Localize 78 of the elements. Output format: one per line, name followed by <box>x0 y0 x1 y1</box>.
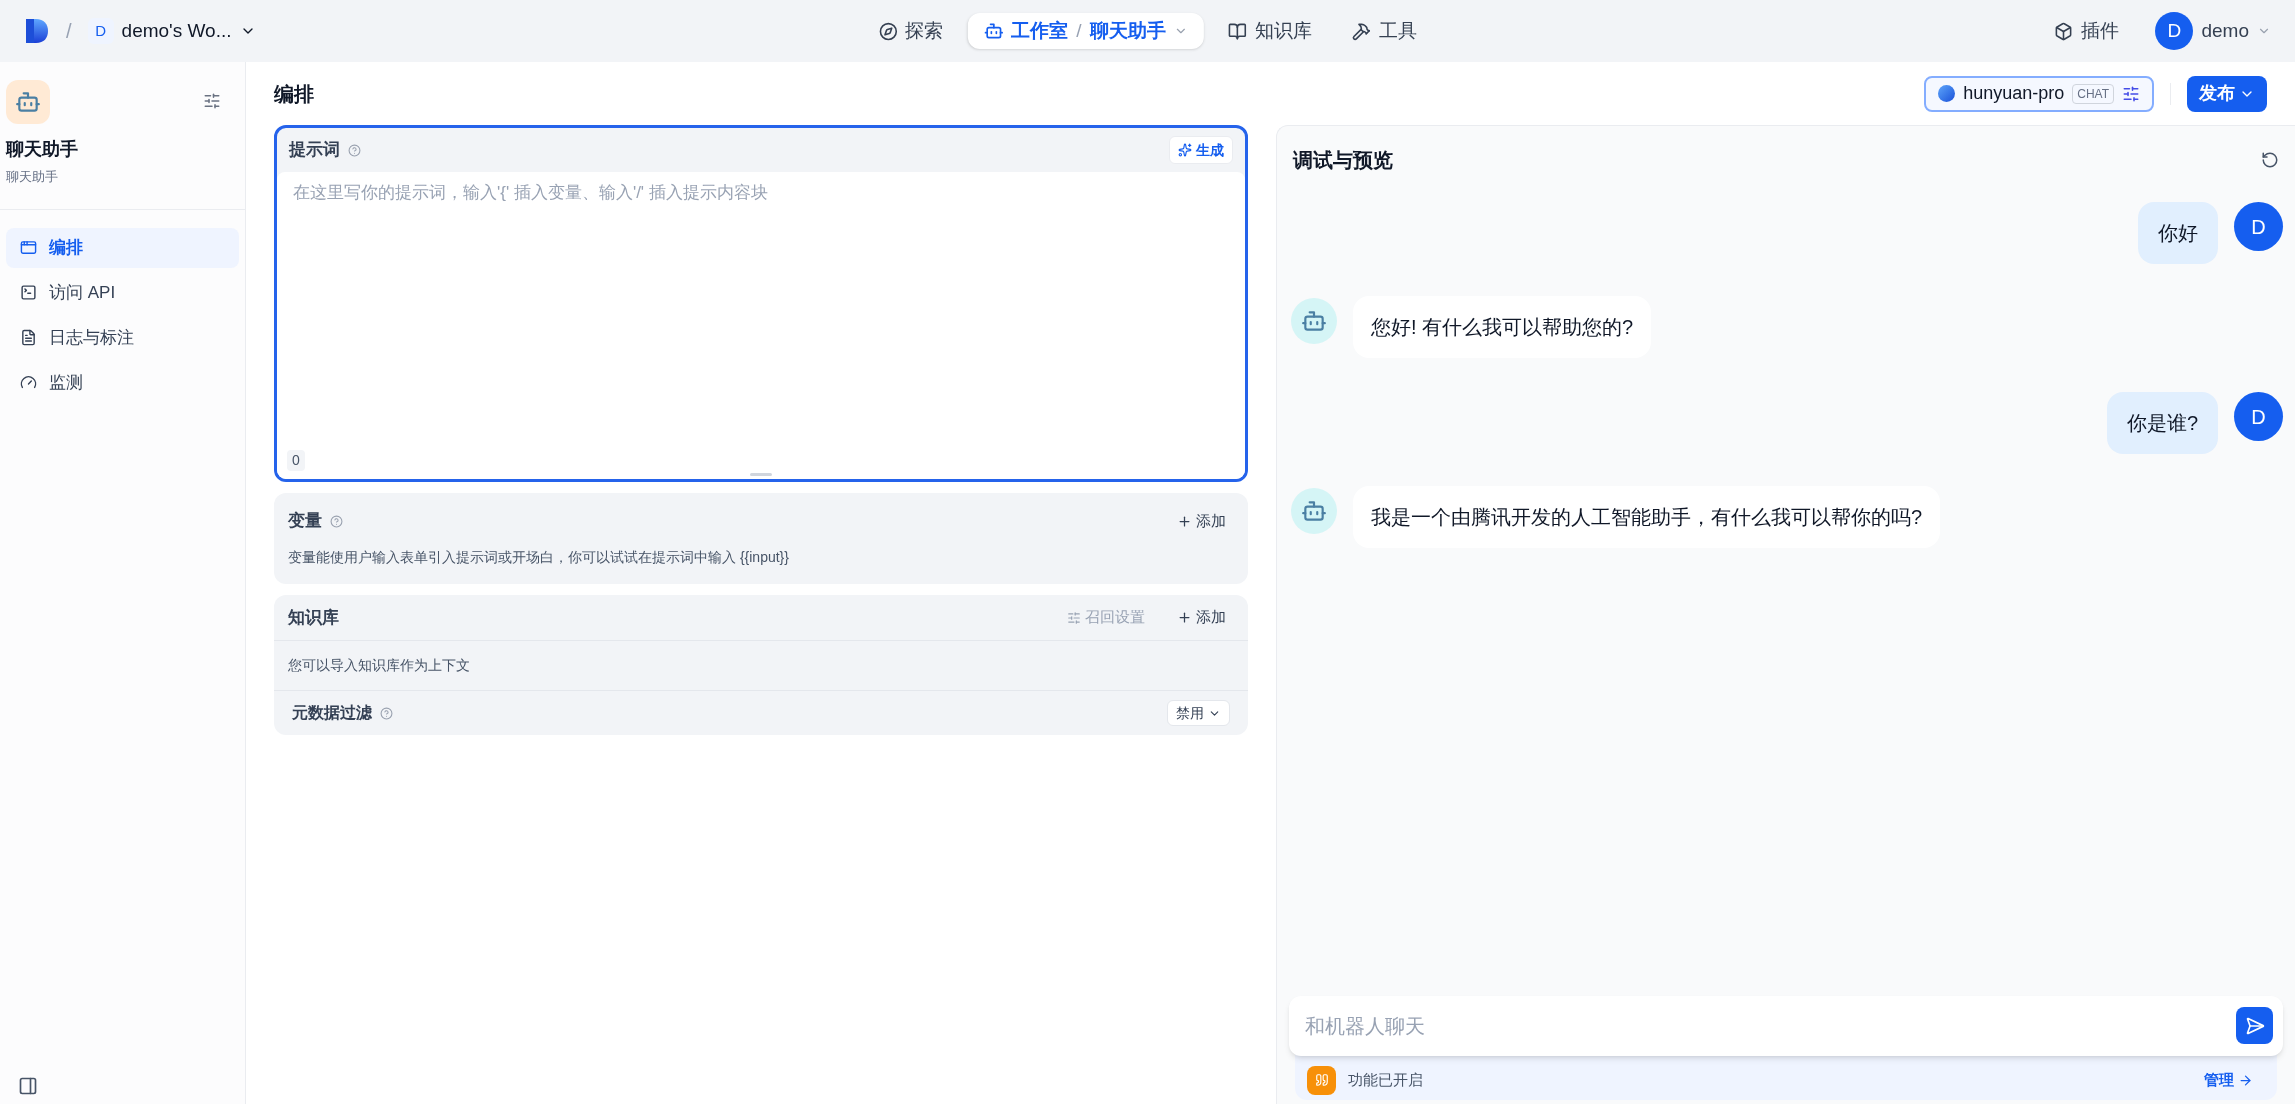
model-tag: CHAT <box>2072 83 2114 104</box>
plus-icon <box>1177 513 1192 529</box>
nav-tab[interactable]: 知识库 <box>1211 13 1328 49</box>
sparkle-icon <box>1178 143 1192 157</box>
cube-icon <box>2054 21 2074 41</box>
app-type: 聊天助手 <box>6 168 59 186</box>
robot-icon <box>983 21 1004 41</box>
sidebar-item[interactable]: 编排 <box>6 227 239 268</box>
resize-handle[interactable] <box>750 473 772 476</box>
section-title: 知识库 <box>288 606 339 629</box>
refresh-icon[interactable] <box>2261 151 2279 169</box>
section-title: 提示词 <box>289 139 340 162</box>
user-name: demo <box>2201 18 2249 43</box>
help-icon <box>330 514 343 528</box>
sidebar-item[interactable]: 日志与标注 <box>6 317 239 358</box>
model-name: hunyuan-pro <box>1963 82 2065 105</box>
user-message: 你是谁? <box>2106 392 2218 454</box>
quote-icon <box>1307 1065 1336 1095</box>
compass-icon <box>878 21 898 41</box>
app-icon <box>6 80 50 124</box>
nav-label: 工作室 <box>1011 18 1069 43</box>
page-title: 编排 <box>274 81 314 107</box>
bot-message: 您好! 有什么我可以帮助您的? <box>1353 296 1652 358</box>
app-name: 聊天助手 <box>6 138 79 161</box>
model-logo-icon <box>1938 85 1956 102</box>
section-title: 变量 <box>288 510 322 533</box>
model-selector[interactable]: hunyuan-pro CHAT <box>1924 75 2154 112</box>
breadcrumb-separator: / <box>66 19 72 44</box>
plugins-button[interactable]: 插件 <box>2042 16 2132 46</box>
help-icon <box>348 143 361 157</box>
character-count: 0 <box>287 450 305 471</box>
settings-icon <box>1067 610 1081 625</box>
app-name: 聊天助手 <box>1089 18 1166 43</box>
book-icon <box>1227 21 1247 41</box>
manage-link[interactable]: 管理 <box>2204 1068 2253 1092</box>
user-menu[interactable]: D demo <box>2155 12 2271 50</box>
section-description: 您可以导入知识库作为上下文 <box>274 641 1248 691</box>
add-button[interactable]: 添加 <box>1169 509 1234 533</box>
sidebar-item[interactable]: 监测 <box>6 362 239 403</box>
generate-button[interactable]: 生成 <box>1169 136 1233 164</box>
publish-button[interactable]: 发布 <box>2187 75 2267 112</box>
document-icon <box>20 329 37 346</box>
bot-message: 我是一个由腾讯开发的人工智能助手，有什么我可以帮你的吗? <box>1353 486 1941 548</box>
sidebar-item[interactable]: 访问 API <box>6 272 239 313</box>
nav-tab[interactable]: 工具 <box>1335 13 1433 49</box>
user-message: 你好 <box>2138 202 2218 264</box>
filter-label: 元数据过滤 <box>292 703 372 723</box>
settings-icon[interactable] <box>203 92 221 110</box>
gauge-icon <box>20 374 37 391</box>
user-avatar: D <box>2155 12 2194 50</box>
workspace-avatar: D <box>87 18 114 44</box>
chat-input[interactable]: 和机器人聊天 <box>1289 996 2283 1056</box>
workspace-selector[interactable]: D demo's Wo... <box>87 16 256 46</box>
send-icon <box>2244 1015 2265 1036</box>
window-icon <box>20 239 37 256</box>
terminal-icon <box>20 284 37 301</box>
prompt-input[interactable]: 在这里写你的提示词，输入'{' 插入变量、输入'/' 插入提示内容块 <box>277 172 1245 450</box>
nav-tab[interactable]: 探索 <box>862 13 960 49</box>
workspace-name: demo's Wo... <box>121 18 232 43</box>
nav-tab[interactable]: 工作室 / 聊天助手 <box>967 13 1204 49</box>
settings-icon <box>2122 84 2140 103</box>
section-description: 变量能使用户输入表单引入提示词或开场白，你可以试试在提示词中输入 {{input}} <box>288 548 790 567</box>
bot-avatar <box>1291 488 1337 534</box>
arrow-icon <box>2238 1072 2253 1088</box>
bot-avatar <box>1291 298 1337 344</box>
hammer-icon <box>1351 21 1371 41</box>
panel-toggle-icon[interactable] <box>18 1076 38 1096</box>
plus-icon <box>1177 610 1192 625</box>
breadcrumb-separator: / <box>1076 18 1082 43</box>
logo-icon <box>24 17 50 45</box>
user-avatar: D <box>2234 392 2283 441</box>
user-avatar: D <box>2234 202 2283 251</box>
filter-dropdown[interactable]: 禁用 <box>1167 700 1230 726</box>
help-icon <box>380 706 393 720</box>
features-status: 功能已开启 <box>1348 1069 1423 1090</box>
add-button[interactable]: 添加 <box>1169 606 1234 629</box>
send-button[interactable] <box>2236 1007 2273 1044</box>
panel-title: 调试与预览 <box>1293 148 1393 173</box>
